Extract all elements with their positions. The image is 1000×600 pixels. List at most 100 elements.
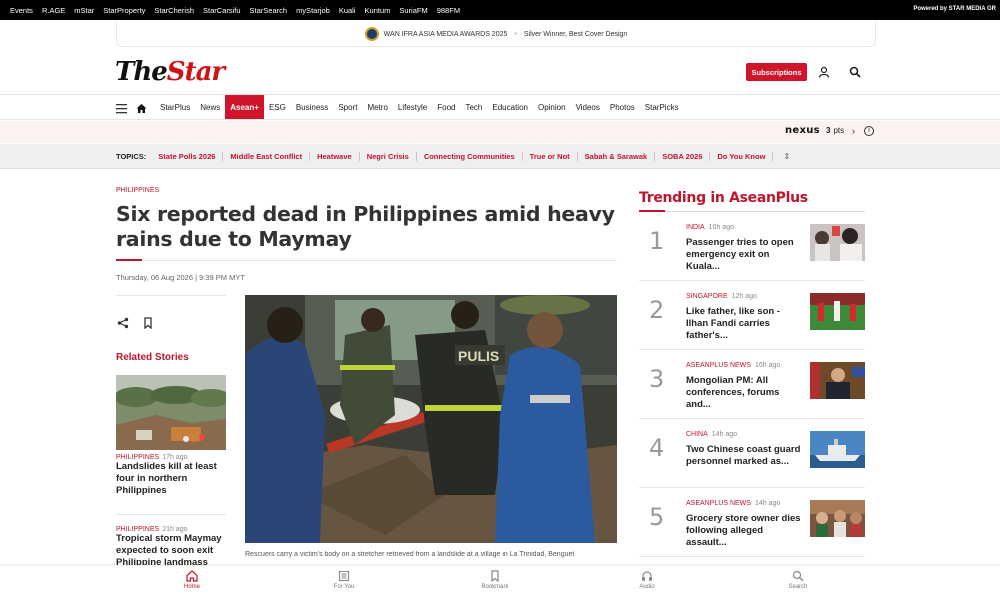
article-dateline: Thursday, 06 Aug 2026 | 9:39 PM MYT	[116, 273, 245, 282]
story-title[interactable]: Tropical storm Maymay expected to soon e…	[116, 533, 226, 569]
network-link[interactable]: SuriaFM	[399, 6, 427, 15]
topic-link[interactable]: Connecting Communities	[417, 151, 523, 161]
nexus-logo[interactable]: nexus	[785, 125, 820, 136]
bookmark-icon	[491, 570, 499, 582]
network-link[interactable]: StarCarsifu	[203, 6, 241, 15]
story-thumbnail[interactable]	[810, 224, 865, 261]
story-title[interactable]: Landslides kill at least four in norther…	[116, 461, 226, 497]
story-thumbnail[interactable]	[810, 293, 865, 330]
nav-item[interactable]: Photos	[605, 95, 640, 119]
bottom-nav-home[interactable]: Home	[162, 570, 222, 590]
nav-item[interactable]: Lifestyle	[393, 95, 432, 119]
search-icon	[792, 570, 804, 582]
bottom-nav-bookmark[interactable]: Bookmark	[465, 570, 525, 590]
network-link[interactable]: 988FM	[437, 6, 460, 15]
nav-item[interactable]: StarPlus	[155, 95, 195, 119]
trending-item[interactable]: 1 INDIA 10h ago Passenger tries to open e…	[639, 213, 865, 281]
topic-link[interactable]: Sabah & Sarawak	[578, 151, 656, 161]
topic-link[interactable]: State Polls 2026	[151, 151, 224, 161]
bottom-nav-label: Audio	[639, 584, 655, 590]
story-title[interactable]: Passenger tries to open emergency exit o…	[686, 237, 802, 273]
trending-item[interactable]: 4 CHINA 14h ago Two Chinese coast guard p…	[639, 420, 865, 488]
story-meta: ASEANPLUS NEWS 14h ago	[686, 500, 780, 507]
trending-accent	[639, 210, 665, 212]
award-name: WAN IFRA ASIA MEDIA AWARDS 2025	[383, 30, 508, 38]
trending-rank: 3	[649, 365, 665, 393]
network-links-bar: Events R.AGE mStar StarProperty StarCher…	[0, 0, 1000, 20]
topic-link[interactable]: Heatwave	[310, 151, 360, 161]
nav-item-active[interactable]: Asean+	[225, 95, 264, 119]
network-link[interactable]: Events	[10, 6, 33, 15]
nav-item[interactable]: News	[195, 95, 225, 119]
story-thumbnail[interactable]	[810, 500, 865, 537]
photo-caption: Rescuers carry a victim's body on a stre…	[245, 551, 575, 558]
headline-accent	[116, 259, 142, 261]
network-link[interactable]: StarSearch	[250, 6, 288, 15]
related-story-image[interactable]	[116, 375, 226, 450]
nav-item[interactable]: Sport	[333, 95, 362, 119]
network-link[interactable]: R.AGE	[42, 6, 65, 15]
bottom-nav-label: Search	[788, 584, 808, 590]
bottom-nav: Home For You Bookmark Audio Search	[0, 565, 1000, 600]
bottom-nav-label: Bookmark	[481, 584, 509, 590]
story-thumbnail[interactable]	[810, 362, 865, 399]
topic-link[interactable]: Negri Crisis	[360, 151, 417, 161]
nav-item[interactable]: Tech	[460, 95, 487, 119]
topic-link[interactable]: SOBA 2026	[655, 151, 711, 161]
network-link[interactable]: Kuntum	[365, 6, 391, 15]
bottom-nav-search[interactable]: Search	[768, 570, 828, 590]
nav-item[interactable]: Business	[291, 95, 333, 119]
topic-link[interactable]: Middle East Conflict	[223, 151, 311, 161]
nav-item[interactable]: Education	[487, 95, 533, 119]
points-value: 3	[826, 126, 831, 135]
story-category: ASEANPLUS NEWS	[686, 500, 751, 507]
menu-icon[interactable]	[116, 101, 127, 114]
topic-link[interactable]: Do You Know	[710, 151, 774, 161]
site-logo[interactable]: TheStar	[115, 57, 225, 87]
related-story[interactable]: PHILIPPINES 17h ago Landslides kill at le…	[116, 454, 226, 497]
topic-link[interactable]: True or Not	[523, 151, 578, 161]
story-title[interactable]: Grocery store owner dies following alleg…	[686, 513, 802, 549]
network-link[interactable]: mStar	[74, 6, 94, 15]
user-icon[interactable]	[816, 64, 832, 80]
story-title[interactable]: Like father, like son - Ilhan Fandi carr…	[686, 306, 802, 342]
story-title[interactable]: Mongolian PM: All conferences, forums an…	[686, 375, 802, 411]
nav-item[interactable]: StarPicks	[640, 95, 684, 119]
award-banner[interactable]: WAN IFRA ASIA MEDIA AWARDS 2025 • Silver…	[116, 22, 876, 47]
share-icon[interactable]	[117, 316, 129, 329]
nav-item[interactable]: Videos	[571, 95, 605, 119]
chevron-right-icon[interactable]: ›	[852, 126, 855, 136]
network-link[interactable]: StarCherish	[154, 6, 194, 15]
nav-item[interactable]: Food	[432, 95, 460, 119]
article-main-photo[interactable]: PULIS	[245, 295, 617, 543]
story-title[interactable]: Two Chinese coast guard personnel marked…	[686, 444, 802, 468]
subscriptions-button[interactable]: Subscriptions	[746, 63, 807, 81]
search-icon[interactable]	[847, 64, 863, 80]
bottom-nav-label: Home	[183, 584, 200, 590]
story-time: 14h ago	[754, 500, 781, 507]
story-time: 16h ago	[754, 362, 781, 369]
trending-item[interactable]: 5 ASEANPLUS NEWS 14h ago Grocery store ow…	[639, 489, 865, 557]
home-icon[interactable]	[136, 101, 148, 113]
network-link[interactable]: StarProperty	[103, 6, 145, 15]
nav-item[interactable]: ESG	[264, 95, 291, 119]
network-link[interactable]: myStarjob	[296, 6, 330, 15]
story-thumbnail[interactable]	[810, 431, 865, 468]
bottom-nav-audio[interactable]: Audio	[617, 570, 677, 590]
network-link[interactable]: Kuali	[339, 6, 356, 15]
headphones-icon	[642, 571, 652, 581]
nav-item[interactable]: Metro	[362, 95, 392, 119]
article-category[interactable]: PHILIPPINES	[116, 187, 159, 194]
expand-arrows-icon[interactable]: ⇕	[783, 152, 790, 161]
nav-item[interactable]: Opinion	[533, 95, 571, 119]
bottom-nav-for-you[interactable]: For You	[314, 570, 374, 590]
home-icon	[186, 570, 198, 582]
nexus-points-bar: nexus 3 pts › i	[0, 121, 1000, 143]
related-story[interactable]: PHILIPPINES 21h ago Tropical storm Maymay…	[116, 526, 226, 569]
logo-star: Star	[166, 57, 225, 87]
info-icon[interactable]: i	[864, 126, 874, 136]
trending-item[interactable]: 3 ASEANPLUS NEWS 16h ago Mongolian PM: Al…	[639, 351, 865, 419]
topics-label: TOPICS:	[116, 151, 147, 161]
trending-item[interactable]: 2 SINGAPORE 12h ago Like father, like son…	[639, 282, 865, 350]
bookmark-icon[interactable]	[142, 316, 154, 330]
